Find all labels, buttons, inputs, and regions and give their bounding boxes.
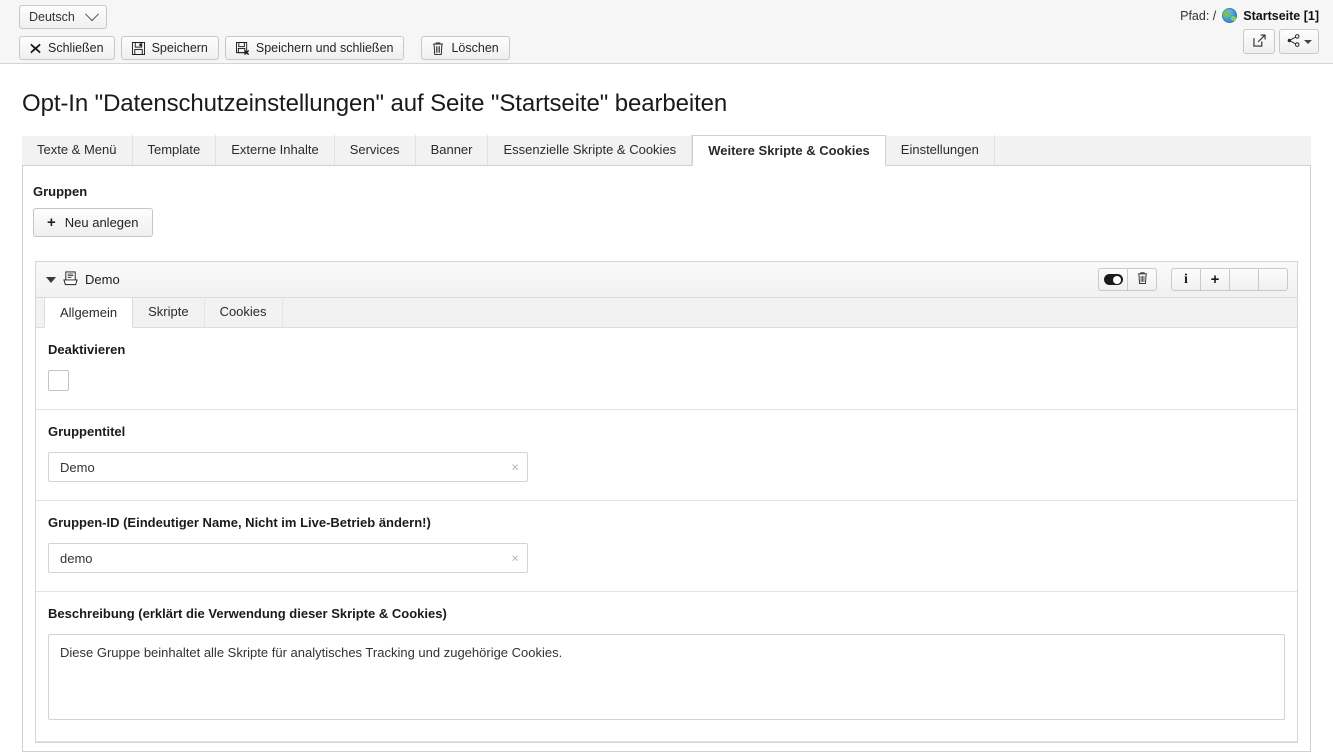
save-button[interactable]: Speichern — [121, 36, 219, 60]
action-button-6[interactable] — [1258, 268, 1288, 291]
share-button[interactable] — [1279, 29, 1319, 54]
group-name: Demo — [85, 272, 120, 287]
open-in-new-window-button[interactable] — [1243, 29, 1275, 54]
field-deaktivieren: Deaktivieren — [36, 328, 1297, 410]
plus-icon: + — [47, 215, 56, 230]
group-tab-skripte[interactable]: Skripte — [133, 297, 204, 327]
new-group-button-label: Neu anlegen — [65, 215, 139, 230]
group-actions-right: i + — [1171, 268, 1288, 291]
trash-icon — [432, 42, 444, 55]
tab-texte-menu[interactable]: Texte & Menü — [22, 135, 133, 165]
breadcrumb: Pfad: / Startseite [1] — [1180, 8, 1319, 23]
field-label-gruppentitel: Gruppentitel — [48, 424, 1285, 439]
field-gruppentitel: Gruppentitel × — [36, 410, 1297, 501]
plus-icon: + — [1211, 272, 1220, 287]
tab-banner[interactable]: Banner — [416, 135, 489, 165]
save-button-label: Speichern — [152, 41, 208, 55]
save-and-close-button-label: Speichern und schließen — [256, 41, 394, 55]
tab-externe-inhalte[interactable]: Externe Inhalte — [216, 135, 334, 165]
globe-icon — [1222, 8, 1237, 23]
delete-group-button[interactable] — [1127, 268, 1157, 291]
share-nodes-icon — [1287, 34, 1300, 50]
field-label-gruppen-id: Gruppen-ID (Eindeutiger Name, Nicht im L… — [48, 515, 1285, 530]
tab-services[interactable]: Services — [335, 135, 416, 165]
groups-label: Gruppen — [23, 166, 1310, 199]
group-tabs: Allgemein Skripte Cookies — [36, 298, 1297, 328]
toggle-active-button[interactable] — [1098, 268, 1128, 291]
new-group-button[interactable]: + Neu anlegen — [33, 208, 153, 237]
top-toolbar: Deutsch Schließen Speichern — [0, 0, 1333, 64]
field-gruppen-id: Gruppen-ID (Eindeutiger Name, Nicht im L… — [36, 501, 1297, 592]
new-group-wrap: + Neu anlegen — [23, 199, 1310, 237]
group-tab-cookies[interactable]: Cookies — [205, 297, 283, 327]
tab-einstellungen[interactable]: Einstellungen — [886, 135, 995, 165]
toggle-switch-on-icon — [1104, 274, 1123, 285]
toolbar-buttons: Schließen Speichern — [19, 36, 510, 60]
language-row: Deutsch — [0, 0, 1333, 28]
clear-icon[interactable]: × — [511, 552, 519, 565]
page-title: Opt-In "Datenschutzeinstellungen" auf Se… — [0, 64, 1333, 118]
group-fields: Deaktivieren Gruppentitel × Gruppen-ID (… — [36, 328, 1297, 742]
gruppen-id-input-wrap: × — [48, 543, 528, 573]
script-drawer-icon — [63, 271, 78, 289]
action-button-5[interactable] — [1229, 268, 1259, 291]
save-and-close-button[interactable]: Speichern und schließen — [225, 36, 405, 60]
breadcrumb-prefix: Pfad: / — [1180, 9, 1216, 23]
tab-template[interactable]: Template — [133, 135, 217, 165]
add-button[interactable]: + — [1200, 268, 1230, 291]
trash-icon — [1137, 272, 1148, 287]
deaktivieren-checkbox[interactable] — [48, 370, 69, 391]
tab-weitere-skripte-cookies[interactable]: Weitere Skripte & Cookies — [692, 135, 886, 166]
breadcrumb-page-title: Startseite [1] — [1243, 9, 1319, 23]
gruppentitel-input-wrap: × — [48, 452, 528, 482]
delete-button[interactable]: Löschen — [421, 36, 509, 60]
language-select-value: Deutsch — [29, 10, 75, 24]
save-floppy-icon — [132, 42, 145, 55]
gruppentitel-input[interactable] — [48, 452, 528, 482]
group-actions-left — [1098, 268, 1157, 291]
main-tabs: Texte & Menü Template Externe Inhalte Se… — [22, 136, 1311, 166]
caret-down-icon — [1304, 40, 1312, 44]
group-demo: Demo — [35, 261, 1298, 743]
path-area: Pfad: / Startseite [1] — [1180, 8, 1319, 54]
group-actions: i + — [1098, 268, 1288, 291]
group-header: Demo — [36, 262, 1297, 298]
info-button[interactable]: i — [1171, 268, 1201, 291]
field-label-deaktivieren: Deaktivieren — [48, 342, 1285, 357]
close-x-icon — [30, 43, 41, 54]
external-link-icon — [1253, 34, 1266, 50]
delete-button-label: Löschen — [451, 41, 498, 55]
info-i-icon: i — [1184, 273, 1188, 287]
clear-icon[interactable]: × — [511, 461, 519, 474]
close-button[interactable]: Schließen — [19, 36, 115, 60]
tab-essenzielle-skripte-cookies[interactable]: Essenzielle Skripte & Cookies — [488, 135, 692, 165]
field-beschreibung: Beschreibung (erklärt die Verwendung die… — [36, 592, 1297, 742]
tab-content-panel: Gruppen + Neu anlegen Demo — [22, 166, 1311, 752]
field-label-beschreibung: Beschreibung (erklärt die Verwendung die… — [48, 606, 1285, 621]
save-and-close-floppy-icon — [236, 42, 249, 55]
path-buttons — [1180, 29, 1319, 54]
group-tab-allgemein[interactable]: Allgemein — [44, 297, 133, 328]
triangle-down-icon[interactable] — [46, 277, 56, 283]
close-button-label: Schließen — [48, 41, 104, 55]
chevron-down-icon — [85, 7, 99, 21]
group-header-left: Demo — [46, 271, 120, 289]
beschreibung-textarea[interactable] — [48, 634, 1285, 720]
gruppen-id-input[interactable] — [48, 543, 528, 573]
language-select[interactable]: Deutsch — [19, 5, 107, 29]
